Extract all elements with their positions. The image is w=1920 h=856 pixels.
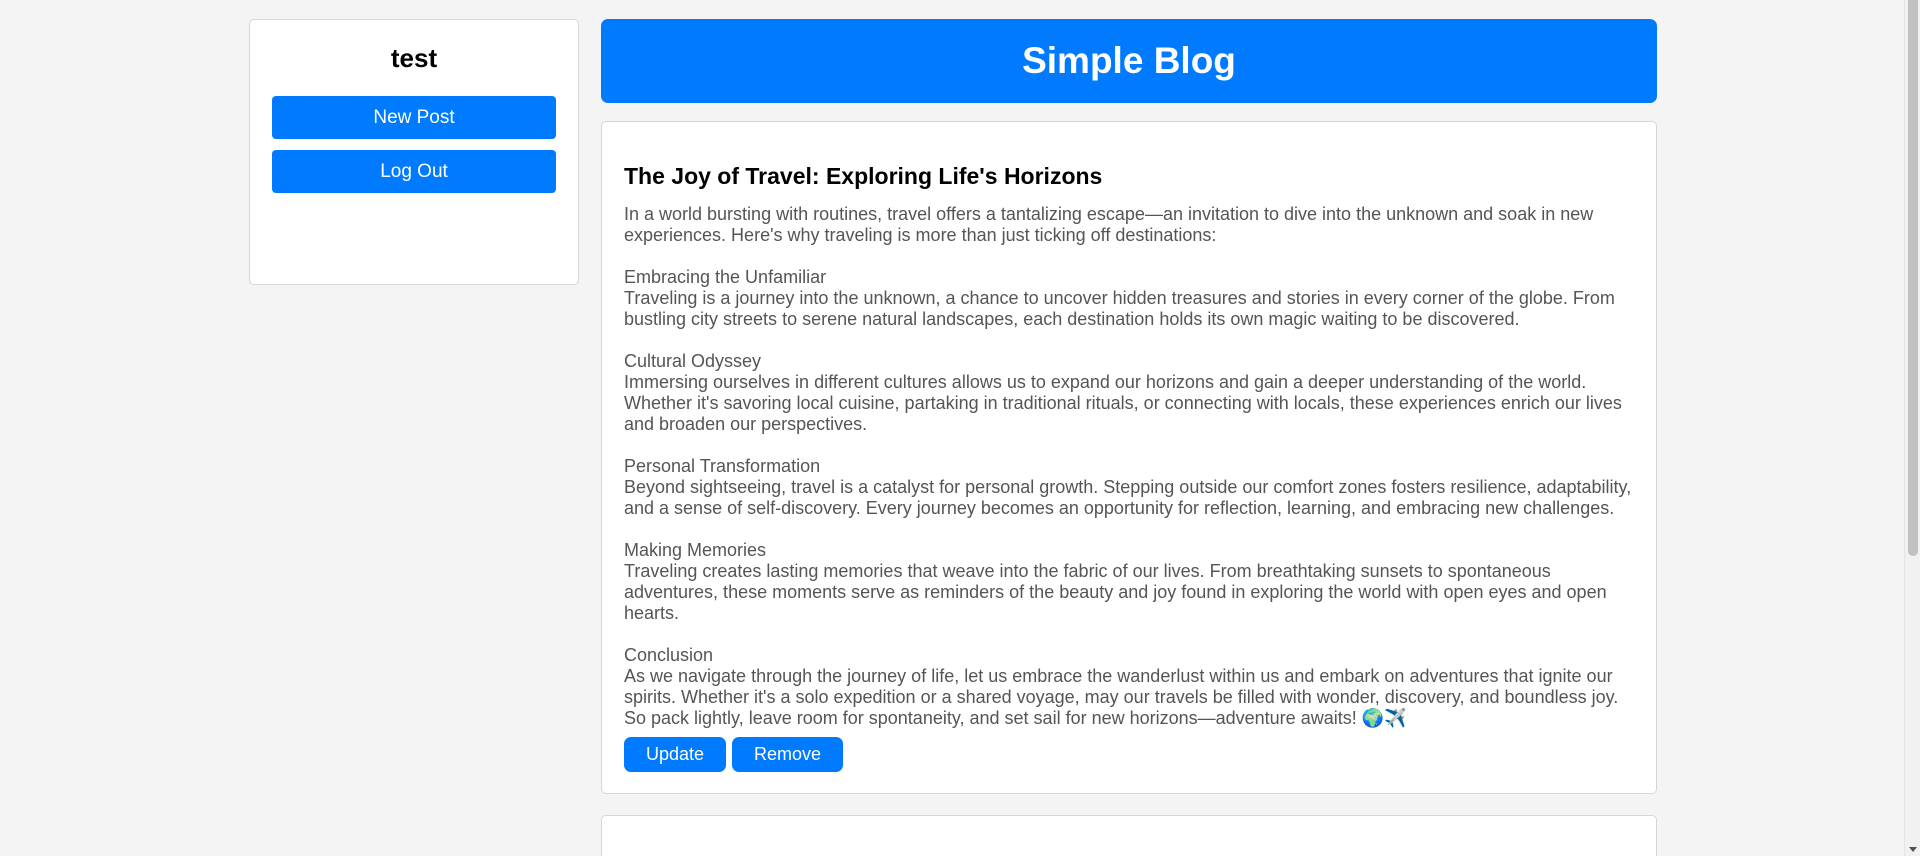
- scroll-down-arrow-icon[interactable]: [1909, 847, 1917, 852]
- blog-post: The Joy of Travel: Exploring Life's Hori…: [601, 121, 1657, 794]
- section-text: As we navigate through the journey of li…: [624, 666, 1619, 728]
- vertical-scrollbar[interactable]: [1904, 0, 1920, 856]
- blog-post-next: [601, 815, 1657, 856]
- site-title: Simple Blog: [1022, 40, 1236, 81]
- section-text: Traveling is a journey into the unknown,…: [624, 288, 1615, 329]
- section-heading: Conclusion: [624, 645, 714, 665]
- section-heading: Making Memories: [624, 540, 767, 560]
- post-title: The Joy of Travel: Exploring Life's Hori…: [624, 163, 1103, 189]
- remove-button[interactable]: Remove: [732, 737, 844, 772]
- section-heading: Personal Transformation: [624, 456, 821, 476]
- post-body: In a world bursting with routines, trave…: [624, 204, 1636, 729]
- section-text: Beyond sightseeing, travel is a catalyst…: [624, 477, 1632, 518]
- section-text: Traveling creates lasting memories that …: [624, 561, 1607, 623]
- section-heading: Cultural Odyssey: [624, 351, 762, 371]
- scrollbar-thumb[interactable]: [1908, 0, 1918, 556]
- logout-button[interactable]: Log Out: [272, 150, 556, 193]
- section-heading: Embracing the Unfamiliar: [624, 267, 827, 287]
- username: test: [390, 43, 438, 73]
- section-text: Immersing ourselves in different culture…: [624, 372, 1622, 434]
- new-post-button[interactable]: New Post: [272, 96, 556, 139]
- post-intro: In a world bursting with routines, trave…: [624, 204, 1594, 245]
- sidebar: test New Post Log Out: [249, 19, 579, 285]
- post-actions: Update Remove: [624, 737, 844, 772]
- site-header: Simple Blog: [601, 19, 1657, 103]
- update-button[interactable]: Update: [624, 737, 727, 772]
